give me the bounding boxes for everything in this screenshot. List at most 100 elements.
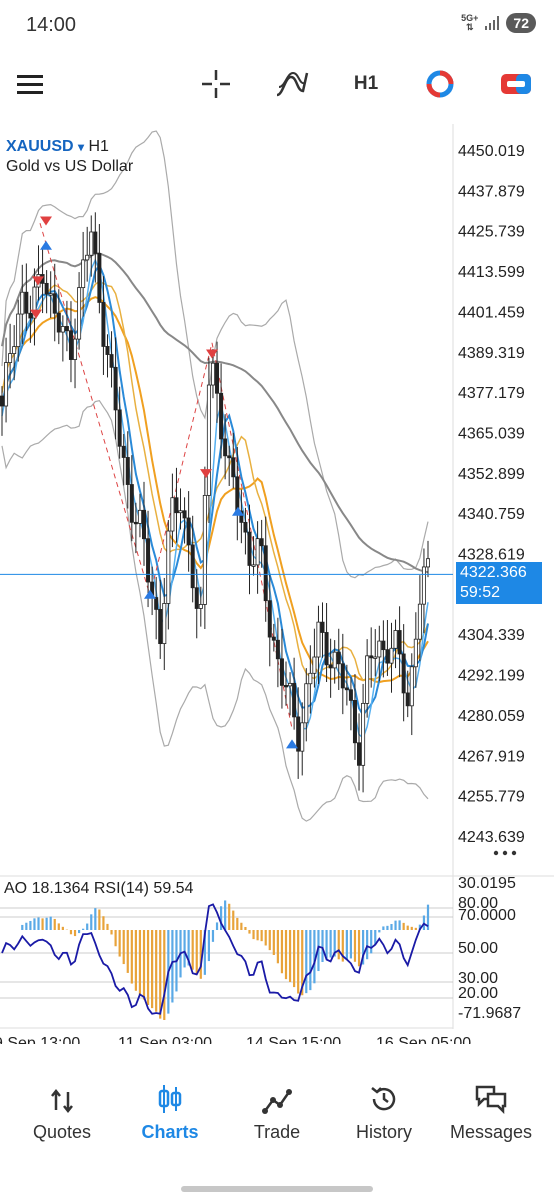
candle-body [182,510,187,519]
candle-body [4,362,9,407]
candle-body [251,564,256,567]
price-axis-label: 4340.759 [458,506,525,523]
candle-body [316,621,321,658]
candle-body [352,699,357,744]
candle-body [97,253,102,303]
candle-body [324,632,329,666]
indicators-button[interactable] [270,60,314,108]
candle-body [393,630,398,649]
symbol-header: XAUUSD ▾ H1 Gold vs US Dollar [6,138,133,176]
candle-body [336,651,341,665]
candle-body [308,672,313,685]
candle-body [421,566,426,605]
candle-body [292,682,297,718]
candle-body [401,653,406,694]
price-axis-label: 4243.639 [458,829,525,846]
price-axis-label: 4377.179 [458,385,525,402]
candle-body [320,621,325,633]
nav-messages-label: Messages [449,1122,533,1142]
buy-signal-arrow [40,240,52,250]
nav-quotes-label: Quotes [32,1122,92,1142]
timeframe-button[interactable]: H1 [346,60,386,108]
candle-body [300,722,305,752]
bar-countdown: 59:52 [460,584,501,601]
candle-body [373,656,378,659]
candle-body [68,330,73,360]
candle-body [24,291,29,314]
ma-orange-2 [1,280,429,682]
nav-trade[interactable]: Trade [222,1070,332,1160]
candle-body [194,587,199,609]
more-options-icon [493,850,499,856]
candle-body [348,689,353,701]
candle-body [77,287,82,340]
candle-body [267,600,272,638]
candle-body [243,521,248,533]
nav-messages[interactable]: Messages [436,1070,546,1160]
nav-history[interactable]: History [329,1070,439,1160]
objects-button[interactable] [420,60,460,108]
candle-body [146,538,151,583]
candle-body [20,291,25,315]
candle-body [283,685,288,688]
indicator-axis-label: -71.9687 [458,1005,521,1022]
data-arrows-icon: ⇅ [466,22,474,32]
nav-charts[interactable]: Charts [115,1070,225,1160]
price-axis-label: 4365.039 [458,425,525,442]
candle-body [101,302,106,347]
candle-body [215,362,220,394]
candle-body [296,716,301,752]
trade-button[interactable] [496,60,536,108]
indicator-label: AO 18.1364 RSI(14) 59.54 [4,880,194,897]
candle-body [117,409,122,447]
candle-body [328,664,333,669]
candle-body [174,497,179,514]
candle-body [154,597,159,610]
objects-icon [426,70,454,98]
candle-body [8,353,13,363]
price-axis-label: 4267.919 [458,748,525,765]
candle-body [312,656,317,674]
menu-button[interactable] [10,60,50,108]
candle-body [121,445,126,458]
candle-body [247,531,252,566]
price-axis-label: 4389.319 [458,345,525,362]
candle-body [340,663,345,689]
candle-body [409,666,414,707]
time-axis-label: 9 Sep 13:00 [0,1035,80,1044]
candle-body [304,683,309,724]
candle-body [413,638,418,668]
candle-body [377,640,382,658]
nav-quotes[interactable]: Quotes [7,1070,117,1160]
price-axis-label: 4255.779 [458,789,525,806]
candle-body [275,639,280,660]
candle-body [85,254,90,261]
home-indicator [181,1186,373,1192]
price-axis-label: 4450.019 [458,143,525,160]
symbol-dropdown-icon[interactable]: ▾ [78,140,84,154]
more-options-icon [511,850,517,856]
candle-body [417,603,422,640]
candle-body [259,538,264,547]
hamburger-icon [17,75,43,94]
candle-body [56,312,61,333]
candle-body [89,231,94,256]
buy-signal-arrow [144,589,156,599]
sell-signal-arrow [40,216,52,226]
candle-body [206,384,211,496]
candle-body [133,521,138,525]
candle-body [44,282,49,295]
candle-body [425,558,430,568]
price-axis-label: 4352.899 [458,466,525,483]
candle-body [81,259,86,289]
price-axis-label: 4401.459 [458,304,525,321]
candle-body [16,313,21,348]
candle-body [357,742,362,766]
battery-badge: 72 [506,13,536,33]
network-indicator: 5G+ ⇅ [461,14,478,32]
crosshair-button[interactable] [196,60,236,108]
candle-body [381,640,386,651]
candle-body [332,651,337,669]
candle-body [288,682,293,687]
nav-trade-label: Trade [253,1122,301,1142]
